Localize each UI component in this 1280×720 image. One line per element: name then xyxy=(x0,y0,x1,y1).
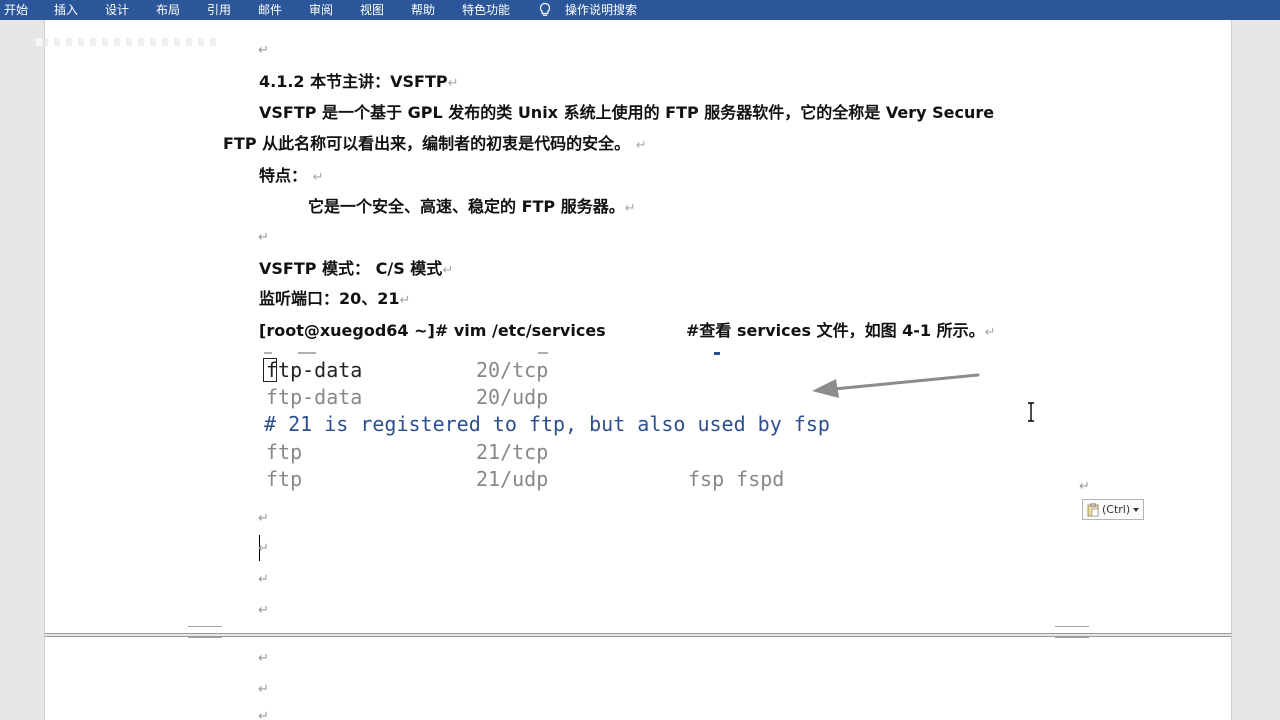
paragraph-mark: ↵ xyxy=(258,511,269,526)
terminal-cell-port: 20/tcp xyxy=(476,358,549,382)
ribbon-menu-bar: 开始 插入 设计 布局 引用 邮件 审阅 视图 帮助 特色功能 操作说明搜索 xyxy=(0,0,1280,20)
tab-review[interactable]: 审阅 xyxy=(309,2,333,18)
tab-help[interactable]: 帮助 xyxy=(411,2,435,18)
tab-layout[interactable]: 布局 xyxy=(156,2,180,18)
port-line[interactable]: 监听端口：20、21↵ xyxy=(259,289,410,311)
paste-options-label: (Ctrl) xyxy=(1102,503,1131,516)
annotation-arrow-icon xyxy=(812,373,980,398)
paragraph-mark: ↵ xyxy=(258,43,269,58)
terminal-row: ftp 21/udp fsp fspd xyxy=(258,467,958,491)
terminal-cell-port: 21/udp xyxy=(476,467,549,491)
command-line[interactable]: [root@xuegod64 ~]# vim /etc/services xyxy=(259,321,606,341)
intro-paragraph-line2[interactable]: FTP 从此名称可以看出来，编制者的初衷是代码的安全。 ↵ xyxy=(223,134,647,156)
terminal-cell-port: 20/udp xyxy=(476,385,549,409)
document-page-next xyxy=(44,636,1232,720)
tab-references[interactable]: 引用 xyxy=(207,2,231,18)
paragraph-mark: ↵ xyxy=(258,603,269,618)
paragraph-mark: ↵ xyxy=(1079,479,1090,494)
terminal-cell-alias: fsp fspd xyxy=(688,467,785,491)
tab-insert[interactable]: 插入 xyxy=(54,2,78,18)
paragraph-mark: ↵ xyxy=(258,230,269,245)
text-cursor-icon xyxy=(1028,402,1034,422)
command-comment[interactable]: #查看 services 文件，如图 4-1 所示。↵ xyxy=(686,321,996,343)
section-heading[interactable]: 4.1.2 本节主讲：VSFTP↵ xyxy=(259,72,459,94)
chevron-down-icon xyxy=(1133,507,1140,512)
paragraph-mark: ↵ xyxy=(258,541,269,556)
paragraph-mark: ↵ xyxy=(258,651,269,666)
tab-view[interactable]: 视图 xyxy=(360,2,384,18)
features-label[interactable]: 特点： ↵ xyxy=(259,166,324,188)
features-text[interactable]: 它是一个安全、高速、稳定的 FTP 服务器。↵ xyxy=(308,197,636,219)
terminal-cell-name: ftp xyxy=(266,467,303,491)
tab-mailings[interactable]: 邮件 xyxy=(258,2,282,18)
terminal-cell-name: ftp-data xyxy=(266,358,363,382)
paragraph-mark: ↵ xyxy=(258,572,269,587)
tab-home[interactable]: 开始 xyxy=(4,2,28,18)
terminal-comment: # 21 is registered to ftp, but also used… xyxy=(264,412,830,436)
scrolled-text-remnant xyxy=(30,38,220,46)
clipboard-icon xyxy=(1087,503,1099,516)
page-corner-mark xyxy=(1055,626,1089,638)
intro-paragraph-line1[interactable]: VSFTP 是一个基于 GPL 发布的类 Unix 系统上使用的 FTP 服务器… xyxy=(259,103,994,123)
paragraph-mark: ↵ xyxy=(258,709,269,720)
tab-special-features[interactable]: 特色功能 xyxy=(462,2,510,18)
lightbulb-icon xyxy=(539,2,551,16)
terminal-cursor xyxy=(263,358,277,382)
terminal-cell-port: 21/tcp xyxy=(476,440,549,464)
paragraph-mark: ↵ xyxy=(258,682,269,697)
terminal-cell-name: ftp-data xyxy=(266,385,363,409)
page-corner-mark xyxy=(188,626,222,638)
mode-line[interactable]: VSFTP 模式： C/S 模式↵ xyxy=(259,259,453,281)
terminal-row: ftp 21/tcp xyxy=(258,440,958,464)
tab-design[interactable]: 设计 xyxy=(105,2,129,18)
terminal-cell-name: ftp xyxy=(266,440,303,464)
tell-me-search[interactable]: 操作说明搜索 xyxy=(565,2,637,18)
paste-options-button[interactable]: (Ctrl) xyxy=(1082,499,1144,520)
